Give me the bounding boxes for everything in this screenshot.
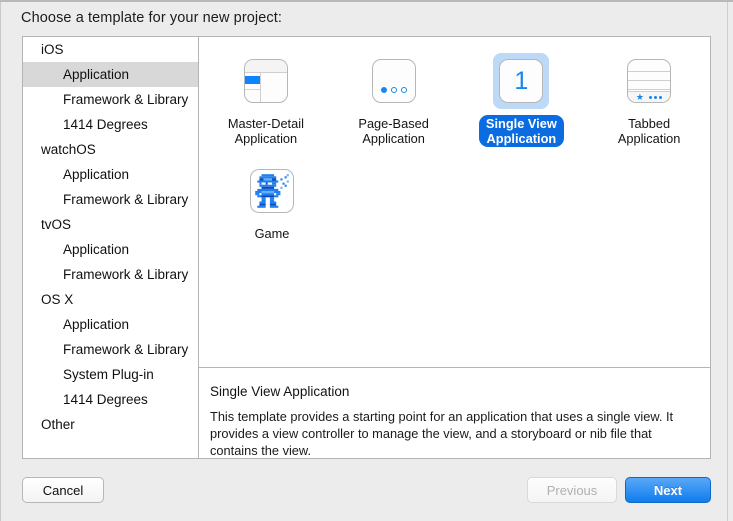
sidebar-item-ios[interactable]: iOS xyxy=(23,37,198,62)
single-view-number: 1 xyxy=(514,66,529,95)
sidebar-item-label: Other xyxy=(41,417,75,432)
sidebar-item-application[interactable]: Application xyxy=(23,62,198,87)
template-item-label: Master-Detail Application xyxy=(227,116,304,146)
sidebar-item-label: Framework & Library xyxy=(63,92,189,107)
template-item-label: Single View Application xyxy=(478,115,564,147)
sidebar-item-label: Application xyxy=(63,317,130,332)
sidebar-item-framework-library[interactable]: Framework & Library xyxy=(23,187,198,212)
template-item-tabbed-application[interactable]: ★ Tabbed Application xyxy=(595,45,703,155)
template-row: Master-Detail Application Page-Based Appl… xyxy=(199,45,710,155)
single-view-icon: 1 xyxy=(499,59,544,103)
sidebar-item-watchos[interactable]: watchOS xyxy=(23,137,198,162)
next-button[interactable]: Next xyxy=(625,477,711,503)
sidebar-item-other[interactable]: Other xyxy=(23,412,198,437)
tabbed-row-line xyxy=(628,71,671,72)
template-icon-selection: ★ xyxy=(621,53,677,109)
sidebar-item-framework-library[interactable]: Framework & Library xyxy=(23,87,198,112)
sidebar-item-framework-library[interactable]: Framework & Library xyxy=(23,262,198,287)
tabbed-row-line xyxy=(628,80,671,81)
category-sidebar[interactable]: iOS Application Framework & Library 1414 De… xyxy=(23,37,199,458)
tab-bar: ★ xyxy=(628,91,671,102)
sidebar-item-label: iOS xyxy=(41,42,64,57)
sidebar-item-1414-degrees[interactable]: 1414 Degrees xyxy=(23,387,198,412)
master-detail-selected-row xyxy=(244,76,260,84)
page-indicator-dots xyxy=(373,87,415,93)
new-project-template-dialog: Choose a template for your new project: … xyxy=(0,0,733,521)
sidebar-item-application[interactable]: Application xyxy=(23,237,198,262)
template-icon-selection xyxy=(238,53,294,109)
sidebar-item-tvos[interactable]: tvOS xyxy=(23,212,198,237)
page-dot-active xyxy=(380,87,387,93)
page-based-icon xyxy=(371,59,416,103)
sidebar-item-application[interactable]: Application xyxy=(23,312,198,337)
description-body: This template provides a starting point … xyxy=(210,409,674,458)
template-chooser-panel: iOS Application Framework & Library 1414 De… xyxy=(22,36,711,459)
more-icon xyxy=(649,95,663,99)
template-row: Game xyxy=(199,155,710,265)
page-title: Choose a template for your new project: xyxy=(21,10,283,26)
game-icon xyxy=(250,169,294,213)
template-item-label: Tabbed Application xyxy=(617,116,681,146)
sidebar-item-label: Application xyxy=(63,167,130,182)
template-icon-selection xyxy=(244,163,300,219)
sidebar-item-label: 1414 Degrees xyxy=(63,392,148,407)
master-detail-header xyxy=(244,60,287,73)
sidebar-item-application[interactable]: Application xyxy=(23,162,198,187)
sidebar-item-system-plug-in[interactable]: System Plug-in xyxy=(23,362,198,387)
master-detail-divider xyxy=(259,73,261,102)
template-item-game[interactable]: Game xyxy=(212,155,332,265)
star-icon: ★ xyxy=(635,91,644,102)
description-title: Single View Application xyxy=(210,384,350,399)
tabbed-row-line xyxy=(628,89,671,90)
template-icon-selection xyxy=(366,53,422,109)
sidebar-item-label: System Plug-in xyxy=(63,367,154,382)
sidebar-item-framework-library[interactable]: Framework & Library xyxy=(23,337,198,362)
window-top-edge xyxy=(0,0,733,2)
game-sprite-icon xyxy=(255,174,289,208)
cancel-button[interactable]: Cancel xyxy=(22,477,104,503)
sidebar-item-label: OS X xyxy=(41,292,74,307)
sidebar-item-label: Framework & Library xyxy=(63,342,189,357)
template-grid[interactable]: Master-Detail Application Page-Based Appl… xyxy=(199,37,710,367)
sidebar-item-label: tvOS xyxy=(41,217,72,232)
template-icon-selection: 1 xyxy=(493,53,550,109)
sidebar-item-label: watchOS xyxy=(41,142,96,157)
template-item-single-view-application[interactable]: 1 Single View Application xyxy=(468,45,576,155)
sidebar-item-os-x[interactable]: OS X xyxy=(23,287,198,312)
sidebar-item-label: 1414 Degrees xyxy=(63,117,148,132)
window-left-edge xyxy=(0,2,1,521)
template-item-master-detail-application[interactable]: Master-Detail Application xyxy=(212,45,320,155)
master-detail-icon xyxy=(243,59,288,103)
sidebar-item-1414-degrees[interactable]: 1414 Degrees xyxy=(23,112,198,137)
template-description-pane: Single View Application This template pr… xyxy=(199,367,710,458)
tabbed-icon: ★ xyxy=(627,59,672,103)
sidebar-item-label: Application xyxy=(63,67,130,82)
sidebar-item-label: Framework & Library xyxy=(63,267,189,282)
template-item-label: Game xyxy=(254,226,290,241)
window-right-edge xyxy=(727,2,728,521)
template-item-label: Page-Based Application xyxy=(358,116,429,146)
previous-button[interactable]: Previous xyxy=(527,477,617,503)
template-item-page-based-application[interactable]: Page-Based Application xyxy=(340,45,448,155)
sidebar-item-label: Application xyxy=(63,242,130,257)
page-dot xyxy=(400,87,407,93)
sidebar-item-label: Framework & Library xyxy=(63,192,189,207)
master-detail-row xyxy=(244,89,260,90)
page-dot xyxy=(390,87,397,93)
